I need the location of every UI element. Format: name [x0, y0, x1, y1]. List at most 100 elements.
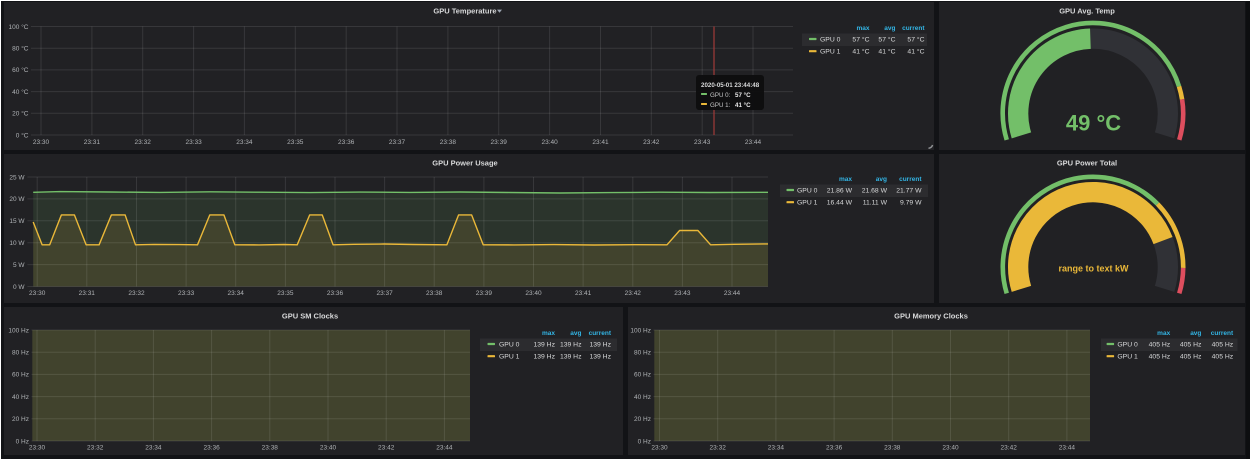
svg-text:57 °C: 57 °C — [907, 36, 924, 44]
svg-text:23:37: 23:37 — [376, 290, 393, 297]
svg-text:23:34: 23:34 — [768, 445, 785, 452]
svg-text:23:44: 23:44 — [1059, 445, 1076, 452]
svg-text:139 Hz: 139 Hz — [533, 342, 555, 349]
svg-text:23:30: 23:30 — [651, 445, 668, 452]
svg-text:9.79 W: 9.79 W — [900, 200, 922, 207]
svg-text:0 W: 0 W — [13, 284, 25, 291]
svg-text:20 °C: 20 °C — [12, 110, 29, 118]
svg-text:max: max — [1157, 330, 1170, 337]
svg-text:16.44 W: 16.44 W — [827, 200, 853, 207]
svg-text:GPU SM Clocks: GPU SM Clocks — [282, 311, 338, 320]
svg-text:20 W: 20 W — [9, 196, 25, 203]
svg-text:avg: avg — [570, 330, 581, 337]
svg-text:20 Hz: 20 Hz — [634, 416, 651, 423]
svg-text:GPU 0: GPU 0 — [499, 342, 520, 349]
svg-text:23:43: 23:43 — [674, 290, 691, 297]
svg-text:max: max — [839, 176, 852, 183]
svg-text:23:38: 23:38 — [426, 290, 443, 297]
svg-text:current: current — [589, 330, 612, 337]
svg-text:41 °C: 41 °C — [735, 102, 751, 109]
svg-text:23:36: 23:36 — [203, 445, 220, 452]
svg-text:23:36: 23:36 — [826, 445, 843, 452]
svg-text:23:31: 23:31 — [84, 139, 101, 146]
svg-text:GPU 0: GPU 0 — [797, 188, 818, 195]
svg-text:15 W: 15 W — [9, 218, 25, 225]
svg-text:GPU Temperature: GPU Temperature — [433, 6, 496, 15]
svg-text:100 °C: 100 °C — [9, 23, 29, 31]
svg-text:41 °C: 41 °C — [878, 48, 895, 56]
svg-text:139 Hz: 139 Hz — [560, 342, 582, 349]
svg-text:21.86 W: 21.86 W — [827, 188, 853, 195]
svg-text:41 °C: 41 °C — [852, 48, 869, 56]
svg-text:23:34: 23:34 — [145, 445, 162, 452]
svg-text:139 Hz: 139 Hz — [533, 354, 555, 361]
svg-text:23:38: 23:38 — [440, 139, 457, 146]
svg-text:max: max — [542, 330, 555, 337]
svg-text:23:32: 23:32 — [135, 139, 152, 146]
svg-text:GPU 1: GPU 1 — [499, 354, 520, 361]
svg-text:405 Hz: 405 Hz — [1180, 342, 1202, 349]
svg-text:0 Hz: 0 Hz — [638, 438, 651, 445]
svg-text:60 °C: 60 °C — [12, 66, 29, 74]
svg-text:5 W: 5 W — [13, 262, 25, 269]
svg-text:57 °C: 57 °C — [852, 36, 869, 44]
svg-text:21.77 W: 21.77 W — [896, 188, 922, 195]
svg-text:23:44: 23:44 — [436, 445, 453, 452]
svg-text:current: current — [899, 176, 922, 183]
svg-text:100 Hz: 100 Hz — [8, 327, 29, 334]
svg-text:avg: avg — [1190, 330, 1201, 337]
svg-text:60 Hz: 60 Hz — [634, 372, 651, 379]
svg-text:23:30: 23:30 — [29, 290, 46, 297]
svg-text:23:39: 23:39 — [491, 139, 508, 146]
svg-text:GPU 0: GPU 0 — [820, 37, 841, 44]
svg-text:405 Hz: 405 Hz — [1212, 342, 1234, 349]
svg-text:23:40: 23:40 — [942, 445, 959, 452]
svg-text:avg: avg — [876, 176, 887, 183]
svg-text:GPU Power Total: GPU Power Total — [1057, 158, 1117, 167]
svg-text:current: current — [902, 25, 925, 32]
svg-text:41 °C: 41 °C — [907, 48, 924, 56]
svg-text:GPU 1: GPU 1 — [820, 49, 841, 56]
svg-text:avg: avg — [884, 25, 895, 32]
svg-text:range to text kW: range to text kW — [1058, 264, 1129, 274]
svg-text:23:41: 23:41 — [592, 139, 609, 146]
svg-text:GPU Avg. Temp: GPU Avg. Temp — [1059, 6, 1115, 15]
svg-text:40 Hz: 40 Hz — [634, 394, 651, 401]
svg-text:23:38: 23:38 — [884, 445, 901, 452]
svg-text:23:44: 23:44 — [745, 139, 762, 146]
svg-text:21.68 W: 21.68 W — [862, 188, 888, 195]
svg-text:23:44: 23:44 — [724, 290, 741, 297]
svg-text:80 Hz: 80 Hz — [12, 350, 29, 357]
svg-text:23:34: 23:34 — [236, 139, 253, 146]
svg-text:23:32: 23:32 — [710, 445, 727, 452]
svg-text:0 °C: 0 °C — [16, 131, 29, 139]
svg-text:GPU Memory Clocks: GPU Memory Clocks — [894, 311, 968, 320]
svg-text:139 Hz: 139 Hz — [589, 354, 611, 361]
svg-text:40 °C: 40 °C — [12, 88, 29, 96]
svg-text:20 Hz: 20 Hz — [12, 416, 29, 423]
svg-text:GPU Power Usage: GPU Power Usage — [432, 158, 497, 167]
svg-text:23:42: 23:42 — [643, 139, 660, 146]
svg-text:23:40: 23:40 — [541, 139, 558, 146]
svg-text:23:42: 23:42 — [378, 445, 395, 452]
svg-text:23:32: 23:32 — [87, 445, 104, 452]
svg-text:23:33: 23:33 — [185, 139, 202, 146]
svg-text:40 Hz: 40 Hz — [12, 394, 29, 401]
svg-text:23:35: 23:35 — [277, 290, 294, 297]
svg-text:23:42: 23:42 — [1001, 445, 1018, 452]
svg-text:GPU 1: GPU 1 — [797, 200, 818, 207]
svg-text:23:35: 23:35 — [287, 139, 304, 146]
svg-text:GPU 0:: GPU 0: — [710, 92, 731, 99]
svg-text:405 Hz: 405 Hz — [1212, 354, 1234, 361]
svg-text:23:42: 23:42 — [625, 290, 642, 297]
svg-text:139 Hz: 139 Hz — [589, 342, 611, 349]
svg-text:405 Hz: 405 Hz — [1149, 354, 1171, 361]
svg-text:49 °C: 49 °C — [1066, 111, 1121, 136]
svg-text:23:36: 23:36 — [327, 290, 344, 297]
svg-text:25 W: 25 W — [9, 174, 25, 181]
svg-text:23:37: 23:37 — [389, 139, 406, 146]
svg-text:23:40: 23:40 — [320, 445, 337, 452]
svg-text:11.11 W: 11.11 W — [863, 200, 888, 207]
svg-text:GPU 0: GPU 0 — [1117, 342, 1138, 349]
svg-text:23:30: 23:30 — [29, 445, 46, 452]
